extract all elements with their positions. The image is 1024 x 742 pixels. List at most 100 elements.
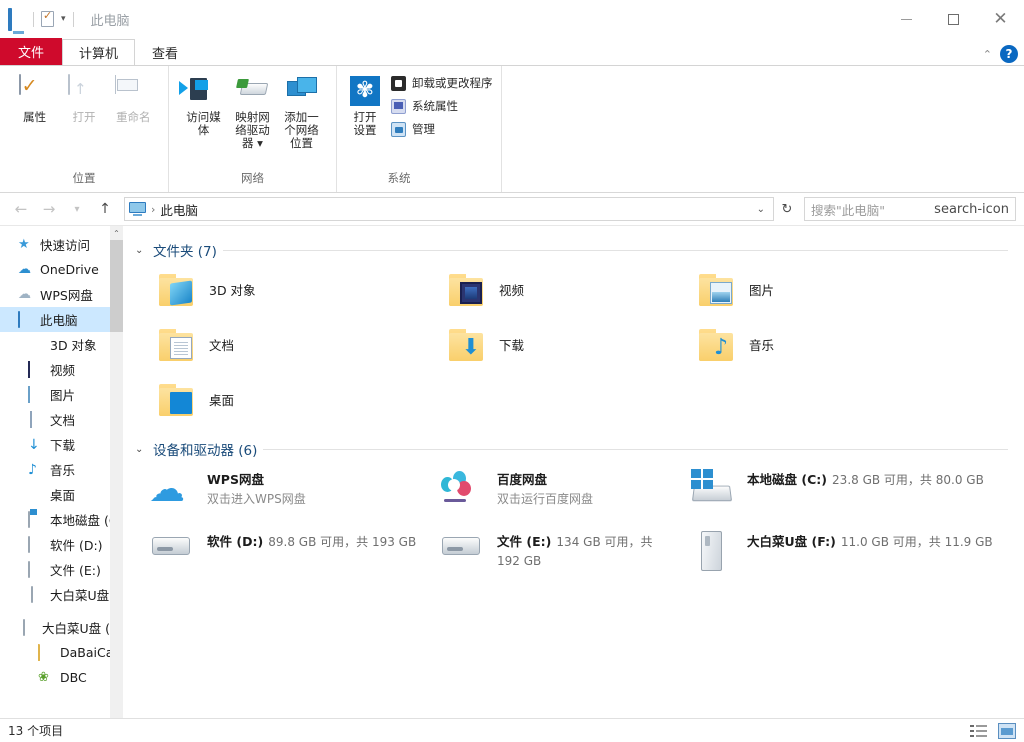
tab-file[interactable]: 文件 — [0, 38, 62, 65]
system-properties-button[interactable]: 系统属性 — [387, 97, 497, 115]
chevron-down-icon[interactable]: ⌄ — [135, 245, 147, 256]
forward-button[interactable]: → — [36, 197, 62, 221]
maximize-button[interactable] — [930, 0, 977, 38]
drive-name: 百度网盘 — [497, 472, 547, 487]
drive-capacity-label: 89.8 GB 可用，共 193 GB — [268, 535, 416, 549]
view-mode-buttons — [970, 723, 1016, 739]
refresh-button[interactable]: ↻ — [776, 197, 798, 221]
sidebar-item-wps-cloud[interactable]: ☁ WPS网盘 — [0, 282, 123, 307]
documents-icon — [28, 412, 44, 428]
folder-pictures-icon — [697, 272, 739, 308]
map-network-drive-icon — [237, 75, 269, 107]
uninstall-program-icon — [391, 76, 406, 91]
sidebar-scrollbar[interactable]: ⌃ ⌄ — [110, 226, 123, 728]
minimize-button[interactable] — [883, 0, 930, 38]
tab-computer[interactable]: 计算机 — [62, 39, 135, 65]
folder-item[interactable]: 3D 对象 — [131, 262, 421, 317]
sidebar-item-usb-drive[interactable]: 大白菜U盘 — [0, 582, 123, 607]
access-media-label: 访问媒体 — [181, 111, 226, 137]
sidebar-item-this-pc[interactable]: 此电脑 — [0, 307, 123, 332]
sidebar-item-label: 下载 — [50, 435, 75, 454]
open-settings-button[interactable]: 打开设置 — [347, 72, 383, 140]
rename-button[interactable]: 重命名 — [109, 72, 158, 127]
close-button[interactable]: ✕ — [977, 0, 1024, 38]
folder-item[interactable]: 桌面 — [131, 372, 421, 427]
title-bar: ▾ 此电脑 ✕ — [0, 0, 1024, 38]
properties-button[interactable]: 属性 — [10, 72, 59, 127]
devices-section-header[interactable]: ⌄ 设备和驱动器 (6) — [131, 435, 1024, 461]
chevron-down-icon[interactable]: ⌄ — [753, 204, 769, 215]
navigation-pane: ★ 快速访问 ☁ OneDrive ☁ WPS网盘 此电脑 3D 对象 视频 图… — [0, 226, 123, 728]
sidebar-item-music[interactable]: ♪ 音乐 — [0, 457, 123, 482]
folder-item[interactable]: 文档 — [131, 317, 421, 372]
search-input[interactable]: 搜索"此电脑" — [811, 200, 934, 219]
sidebar-item-videos[interactable]: 视频 — [0, 357, 123, 382]
ribbon-group-system: 打开设置 卸载或更改程序 系统属性 管理 系统 — [336, 66, 501, 192]
folders-section-header[interactable]: ⌄ 文件夹 (7) — [131, 236, 1024, 262]
folder-documents-icon — [157, 327, 199, 363]
scroll-up-icon[interactable]: ⌃ — [110, 226, 123, 240]
downloads-icon: ↓ — [28, 437, 44, 453]
drive-item[interactable]: 软件 (D:) 89.8 GB 可用，共 193 GB — [131, 523, 421, 585]
sidebar-item-drive-e[interactable]: 文件 (E:) — [0, 557, 123, 582]
ribbon-group-label-location: 位置 — [0, 170, 168, 192]
properties-icon[interactable] — [41, 11, 54, 27]
sidebar-item-label: 3D 对象 — [50, 335, 97, 354]
devices-grid: ☁ WPS网盘 双击进入WPS网盘 百度网盘 双击运行百度网盘 — [131, 461, 1024, 585]
sidebar-item-onedrive[interactable]: ☁ OneDrive — [0, 257, 123, 282]
chevron-down-icon[interactable]: ▾ — [61, 14, 66, 24]
sidebar-item-pictures[interactable]: 图片 — [0, 382, 123, 407]
sidebar-item-documents[interactable]: 文档 — [0, 407, 123, 432]
large-icons-view-button[interactable] — [998, 723, 1016, 739]
details-view-button[interactable] — [970, 723, 988, 739]
sidebar-item-downloads[interactable]: ↓ 下载 — [0, 432, 123, 457]
access-media-button[interactable]: 访问媒体 — [179, 72, 228, 140]
rename-icon — [117, 75, 149, 107]
recent-locations-button[interactable]: ▾ — [64, 197, 90, 221]
drive-item[interactable]: 文件 (E:) 134 GB 可用，共 192 GB — [421, 523, 671, 585]
sidebar-item-quick-access[interactable]: ★ 快速访问 — [0, 232, 123, 257]
sidebar-item-drive-d[interactable]: 软件 (D:) — [0, 532, 123, 557]
map-network-drive-button[interactable]: 映射网络驱动器 ▾ — [228, 72, 277, 154]
ribbon-group-location: 属性 打开 重命名 位置 — [0, 66, 168, 192]
sidebar-item-3d-objects[interactable]: 3D 对象 — [0, 332, 123, 357]
up-button[interactable]: ↑ — [92, 197, 118, 221]
add-network-location-icon — [286, 75, 318, 107]
help-icon[interactable]: ? — [1000, 45, 1018, 63]
sidebar-item-usb-drive-f[interactable]: 大白菜U盘 (F — [0, 615, 123, 640]
add-network-location-label: 添加一个网络位置 — [279, 111, 324, 151]
back-button[interactable]: ← — [8, 197, 34, 221]
manage-label: 管理 — [412, 121, 435, 137]
sidebar-item-local-disk-c[interactable]: 本地磁盘 (C — [0, 507, 123, 532]
drive-item[interactable]: 百度网盘 双击运行百度网盘 — [421, 461, 671, 523]
folder-item[interactable]: 图片 — [671, 262, 1024, 317]
map-network-drive-label: 映射网络驱动器 ▾ — [230, 111, 275, 151]
drive-item[interactable]: 本地磁盘 (C:) 23.8 GB 可用，共 80.0 GB — [671, 461, 1024, 523]
wps-cloud-drive-icon: ☁ — [149, 467, 195, 513]
drive-item[interactable]: 大白菜U盘 (F:) 11.0 GB 可用，共 11.9 GB — [671, 523, 1024, 585]
chevron-down-icon[interactable]: ⌄ — [135, 444, 147, 455]
breadcrumb[interactable]: 此电脑 — [160, 200, 198, 219]
status-bar: 13 个项目 — [0, 718, 1024, 742]
sidebar-item-desktop[interactable]: 桌面 — [0, 482, 123, 507]
scrollbar-thumb[interactable] — [110, 240, 123, 332]
tab-view[interactable]: 查看 — [135, 39, 195, 65]
sidebar-item-label: 文档 — [50, 410, 75, 429]
open-button[interactable]: 打开 — [59, 72, 108, 127]
sidebar-item-label: 音乐 — [50, 460, 75, 479]
sidebar-item-dabaicai[interactable]: DaBaiCai — [0, 640, 123, 665]
drive-item[interactable]: ☁ WPS网盘 双击进入WPS网盘 — [131, 461, 421, 523]
search-box[interactable]: 搜索"此电脑" search-icon — [804, 197, 1016, 221]
folder-item[interactable]: ⬇ 下载 — [421, 317, 671, 372]
add-network-location-button[interactable]: 添加一个网络位置 — [277, 72, 326, 154]
folder-item[interactable]: 视频 — [421, 262, 671, 317]
sidebar-item-dbc[interactable]: ❀ DBC — [0, 665, 123, 690]
folder-videos-icon — [447, 272, 489, 308]
collapse-ribbon-icon[interactable]: ⌃ — [983, 48, 992, 61]
manage-button[interactable]: 管理 — [387, 120, 497, 138]
music-icon: ♪ — [28, 462, 44, 478]
uninstall-program-button[interactable]: 卸载或更改程序 — [387, 74, 497, 92]
folder-item[interactable]: ♪ 音乐 — [671, 317, 1024, 372]
address-input[interactable]: › 此电脑 ⌄ — [124, 197, 774, 221]
close-icon: ✕ — [993, 11, 1007, 28]
